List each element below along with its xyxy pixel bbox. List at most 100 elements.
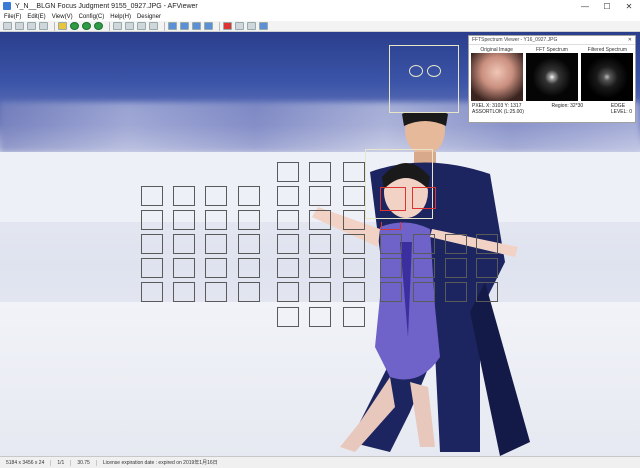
af-point[interactable] [343, 162, 365, 182]
af-point[interactable] [277, 162, 299, 182]
fft-spectrum-viewer[interactable]: FFTSpectrum Viewer - Y16_0927.JPG ✕ Orig… [468, 35, 636, 123]
fit-icon[interactable] [125, 22, 134, 30]
af-point[interactable] [277, 282, 299, 302]
fft-panel-filtered: Filtered Spectrum [581, 47, 634, 101]
grid-icon[interactable] [15, 22, 24, 30]
af-point[interactable] [309, 258, 331, 278]
menu-help[interactable]: Help(H) [110, 14, 131, 20]
af-point[interactable] [445, 258, 467, 278]
af-point[interactable] [277, 258, 299, 278]
af-point[interactable] [380, 234, 402, 254]
af-point[interactable] [277, 186, 299, 206]
af-point[interactable] [205, 258, 227, 278]
mirror-icon[interactable] [204, 22, 213, 30]
af-point[interactable] [173, 282, 195, 302]
af-point[interactable] [476, 282, 498, 302]
compare-icon[interactable] [137, 22, 146, 30]
af-point[interactable] [413, 282, 435, 302]
refresh-icon[interactable] [94, 22, 103, 30]
status-page: 1/1 [51, 459, 72, 466]
fft-spectrum-image [525, 53, 578, 101]
status-bar: 5184 x 3456 x 24 1/1 30.75 License expir… [0, 456, 640, 468]
af-point[interactable] [141, 210, 163, 230]
zoom-icon[interactable] [113, 22, 122, 30]
af-point[interactable] [238, 210, 260, 230]
af-point[interactable] [141, 234, 163, 254]
rotate-right-icon[interactable] [180, 22, 189, 30]
title-bar: Y_N__BLGN Focus Judgment 9155_0927.JPG -… [0, 0, 640, 12]
af-point[interactable] [343, 282, 365, 302]
folder-icon[interactable] [58, 22, 67, 30]
af-point[interactable] [343, 307, 365, 327]
af-point[interactable] [309, 162, 331, 182]
flip-icon[interactable] [192, 22, 201, 30]
af-point[interactable] [205, 234, 227, 254]
af-point[interactable] [309, 234, 331, 254]
menu-designer[interactable]: Designer [137, 14, 161, 20]
af-point[interactable] [173, 234, 195, 254]
status-license: License expiration date : expired on 201… [102, 460, 218, 466]
af-point[interactable] [173, 210, 195, 230]
readout-region: Region: 32*30 [551, 103, 584, 109]
toolbar-separator [109, 21, 110, 31]
af-point[interactable] [476, 258, 498, 278]
menu-file[interactable]: File(F) [4, 14, 21, 20]
close-button[interactable]: ✕ [618, 0, 640, 12]
list-icon[interactable] [27, 22, 36, 30]
af-point[interactable] [309, 282, 331, 302]
af-point[interactable] [343, 210, 365, 230]
eye-focus-box[interactable] [380, 187, 406, 211]
face-detection-box[interactable] [389, 45, 459, 113]
af-point[interactable] [380, 282, 402, 302]
af-point[interactable] [343, 258, 365, 278]
person-icon[interactable] [247, 22, 256, 30]
af-point[interactable] [277, 210, 299, 230]
status-zoom: 30.75 [71, 459, 97, 466]
info-icon[interactable] [235, 22, 244, 30]
eye-marker [409, 65, 423, 77]
minimize-button[interactable]: — [574, 0, 596, 12]
back-icon[interactable] [70, 22, 79, 30]
af-point[interactable] [445, 234, 467, 254]
af-point[interactable] [205, 186, 227, 206]
fft-panel-original: Original Image [470, 47, 523, 101]
toolbar-separator [54, 21, 55, 31]
af-point[interactable] [413, 258, 435, 278]
open-icon[interactable] [3, 22, 12, 30]
fft-close-icon[interactable]: ✕ [628, 37, 632, 43]
menu-config[interactable]: Config(C) [79, 14, 105, 20]
af-point[interactable] [141, 258, 163, 278]
af-point[interactable] [309, 210, 331, 230]
af-point[interactable] [238, 234, 260, 254]
af-point[interactable] [205, 210, 227, 230]
eye-focus-box[interactable] [412, 187, 436, 209]
af-point[interactable] [277, 307, 299, 327]
af-point[interactable] [309, 307, 331, 327]
af-point[interactable] [476, 234, 498, 254]
af-point[interactable] [238, 258, 260, 278]
menu-edit[interactable]: Edit(E) [27, 14, 45, 20]
af-point[interactable] [173, 258, 195, 278]
rotate-left-icon[interactable] [168, 22, 177, 30]
af-point[interactable] [141, 186, 163, 206]
af-point[interactable] [141, 282, 163, 302]
forward-icon[interactable] [82, 22, 91, 30]
maximize-button[interactable]: ☐ [596, 0, 618, 12]
fft-readout: PXEL X: 3103 Y: 1317 ASSORTLOK (L:25.00)… [469, 101, 635, 115]
af-point[interactable] [205, 282, 227, 302]
af-point[interactable] [238, 186, 260, 206]
af-point[interactable] [173, 186, 195, 206]
af-point[interactable] [413, 234, 435, 254]
menu-view[interactable]: View(V) [52, 14, 73, 20]
crop-icon[interactable] [149, 22, 158, 30]
af-point[interactable] [343, 234, 365, 254]
af-point[interactable] [277, 234, 299, 254]
af-point[interactable] [309, 186, 331, 206]
delete-icon[interactable] [223, 22, 232, 30]
af-point[interactable] [343, 186, 365, 206]
af-point[interactable] [238, 282, 260, 302]
settings-icon[interactable] [259, 22, 268, 30]
af-point[interactable] [380, 258, 402, 278]
panel-icon[interactable] [39, 22, 48, 30]
af-point[interactable] [445, 282, 467, 302]
